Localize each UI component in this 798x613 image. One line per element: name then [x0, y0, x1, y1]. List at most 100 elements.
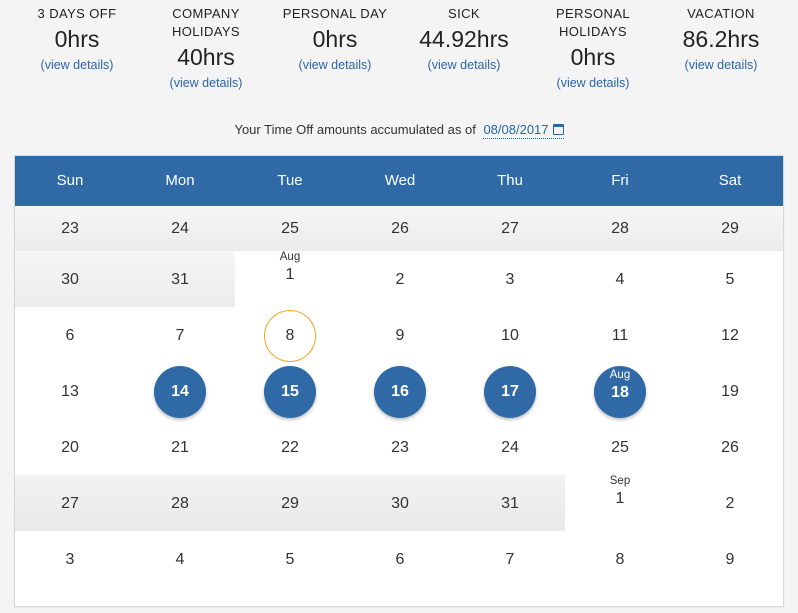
calendar-day-cell[interactable]: 6	[345, 531, 455, 587]
calendar-day-cell[interactable]: 31	[125, 251, 235, 307]
day-number: 14	[171, 383, 189, 400]
calendar-day-cell[interactable]: 6	[15, 307, 125, 363]
calendar-day-cell[interactable]: 27	[455, 200, 565, 256]
calendar-day-cell[interactable]: 26	[675, 419, 783, 475]
calendar-day-cell[interactable]: 3	[15, 531, 125, 587]
day-number: 16	[391, 383, 409, 400]
calendar-day-cell[interactable]: 22	[235, 419, 345, 475]
day-number: 5	[725, 271, 735, 288]
calendar-day-cell[interactable]: 8	[235, 307, 345, 363]
calendar-day-cell[interactable]: 28	[565, 200, 675, 256]
calendar-day-cell[interactable]: Aug 18	[565, 363, 675, 419]
day-number: 11	[611, 327, 629, 344]
calendar-day-cell[interactable]: 9	[345, 307, 455, 363]
calendar-day-cell[interactable]: 10	[455, 307, 565, 363]
calendar-day-cell[interactable]: 7	[455, 531, 565, 587]
calendar-day-cell[interactable]: 31	[455, 475, 565, 531]
day-number: 7	[175, 327, 185, 344]
calendar-day-cell[interactable]: 4	[565, 251, 675, 307]
weekday-tue: Tue	[277, 172, 303, 189]
calendar-day-cell[interactable]: 23	[345, 419, 455, 475]
summary-label: COMPANY HOLIDAYS	[172, 6, 240, 39]
day-number: 23	[61, 220, 79, 237]
day-number: 26	[391, 220, 409, 237]
summary-value: 0hrs	[312, 26, 358, 52]
calendar-day-cell[interactable]: 24	[125, 200, 235, 256]
day-number: 22	[281, 439, 299, 456]
calendar-day-cell[interactable]: 21	[125, 419, 235, 475]
view-details-link[interactable]: (view details)	[685, 57, 758, 73]
summary-value: 44.92hrs	[419, 26, 509, 52]
calendar-day-cell[interactable]: Aug 1	[235, 251, 345, 307]
calendar-day-cell[interactable]: 17	[455, 363, 565, 419]
calendar-day-cell[interactable]: 8	[565, 531, 675, 587]
weekday-mon: Mon	[165, 172, 195, 189]
summary-value: 86.2hrs	[682, 26, 760, 52]
day-number: 28	[171, 495, 189, 512]
calendar-day-cell[interactable]: 29	[675, 200, 783, 256]
calendar-day-cell[interactable]: 25	[235, 200, 345, 256]
day-number: 8	[285, 327, 295, 344]
as-of-date-picker[interactable]: 08/08/2017	[483, 122, 564, 139]
view-details-link[interactable]: (view details)	[428, 57, 501, 73]
day-number: 6	[65, 327, 75, 344]
day-number: 20	[61, 439, 79, 456]
summary-label: SICK	[448, 6, 480, 21]
as-of-date[interactable]: 08/08/2017	[483, 122, 548, 137]
day-number: 1	[615, 490, 625, 507]
calendar-day-cell[interactable]: 26	[345, 200, 455, 256]
day-number: 2	[725, 495, 735, 512]
calendar-day-cell[interactable]: 14	[125, 363, 235, 419]
calendar-day-cell[interactable]: 20	[15, 419, 125, 475]
calendar-day-cell[interactable]: 15	[235, 363, 345, 419]
calendar-day-cell[interactable]: 25	[565, 419, 675, 475]
summary-sick: SICK 44.92hrs (view details)	[399, 5, 529, 74]
view-details-link[interactable]: (view details)	[170, 75, 243, 91]
summary-value: 0hrs	[570, 44, 616, 70]
view-details-link[interactable]: (view details)	[557, 75, 630, 91]
calendar-day-cell[interactable]: 11	[565, 307, 675, 363]
month-label: Sep	[609, 475, 631, 487]
day-number: 4	[615, 271, 625, 288]
day-number: 3	[65, 551, 75, 568]
day-number: 29	[721, 220, 739, 237]
day-number: 9	[395, 327, 405, 344]
calendar-day-cell[interactable]: 2	[345, 251, 455, 307]
calendar-day-cell[interactable]: 5	[675, 251, 783, 307]
calendar-day-cell[interactable]: 5	[235, 531, 345, 587]
calendar-day-cell[interactable]: 12	[675, 307, 783, 363]
calendar-day-cell[interactable]: 13	[15, 363, 125, 419]
calendar-day-cell[interactable]: Sep 1	[565, 475, 675, 531]
view-details-link[interactable]: (view details)	[299, 57, 372, 73]
calendar-grid: 23 24 25 26 27 28 29 30 31 Aug 1 2 3 4 5 6 7 8 9 10 11 12 13 14…	[15, 206, 783, 606]
day-number: 23	[391, 439, 409, 456]
day-number: 30	[391, 495, 409, 512]
calendar-day-cell[interactable]: 30	[15, 251, 125, 307]
weekday-sat: Sat	[718, 172, 742, 189]
day-number: 9	[725, 551, 735, 568]
calendar-day-cell[interactable]: 4	[125, 531, 235, 587]
calendar-day-cell[interactable]: 7	[125, 307, 235, 363]
calendar-day-cell[interactable]: 9	[675, 531, 783, 587]
calendar-day-cell[interactable]: 24	[455, 419, 565, 475]
weekday-thu: Thu	[497, 172, 523, 189]
calendar-day-cell[interactable]: 29	[235, 475, 345, 531]
calendar-day-cell[interactable]: 30	[345, 475, 455, 531]
calendar: Sun Mon Tue Wed Thu Fri Sat 23 24 25 26 27 28…	[14, 155, 784, 607]
calendar-day-cell[interactable]: 2	[675, 475, 783, 531]
day-number: 8	[615, 551, 625, 568]
calendar-day-cell[interactable]: 16	[345, 363, 455, 419]
calendar-day-cell[interactable]: 3	[455, 251, 565, 307]
day-number: 13	[61, 383, 79, 400]
day-number: 5	[285, 551, 295, 568]
calendar-day-cell[interactable]: 23	[15, 200, 125, 256]
calendar-icon[interactable]	[552, 124, 564, 135]
day-number: 31	[501, 495, 519, 512]
calendar-day-cell[interactable]: 19	[675, 363, 783, 419]
day-number: 31	[171, 271, 189, 288]
calendar-day-cell[interactable]: 27	[15, 475, 125, 531]
summary-label: 3 DAYS OFF	[37, 6, 117, 21]
calendar-day-cell[interactable]: 28	[125, 475, 235, 531]
view-details-link[interactable]: (view details)	[41, 57, 114, 73]
day-number: 25	[611, 439, 629, 456]
